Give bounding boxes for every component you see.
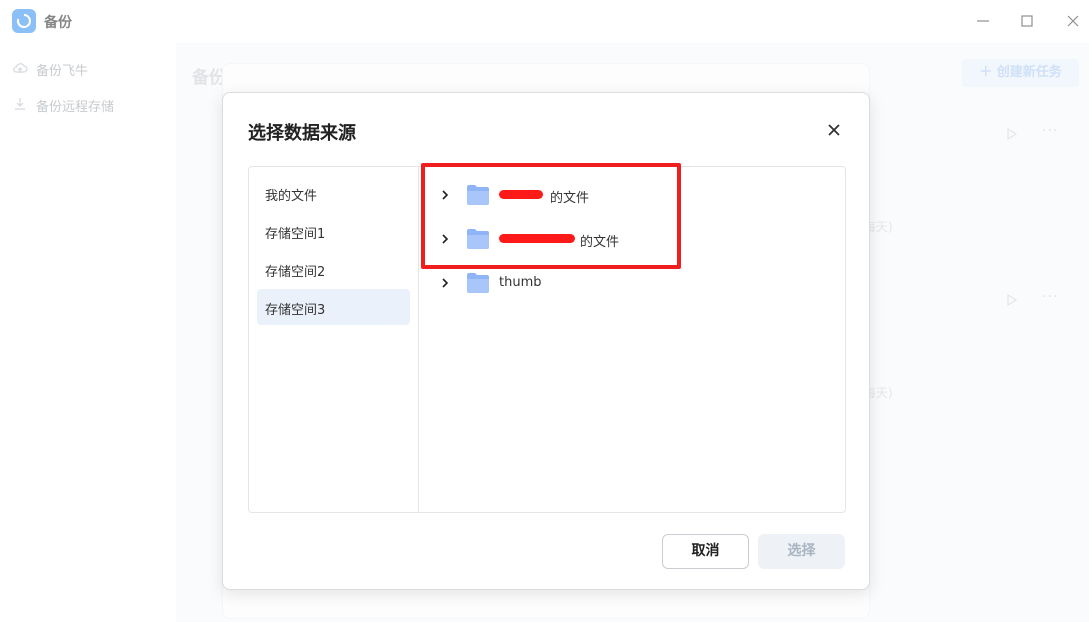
- location-list: 我的文件 存储空间1 存储空间2 存储空间3: [249, 167, 419, 512]
- location-label: 存储空间3: [265, 303, 326, 318]
- close-icon: [828, 124, 840, 136]
- location-my-files[interactable]: 我的文件: [257, 175, 410, 211]
- dialog-title: 选择数据来源: [248, 123, 356, 144]
- folder-icon: [467, 273, 489, 293]
- location-label: 存储空间2: [265, 265, 326, 280]
- folder-row[interactable]: thumb: [419, 265, 845, 301]
- cancel-button[interactable]: 取消: [662, 534, 749, 569]
- folder-name: thumb: [499, 275, 542, 290]
- select-button[interactable]: 选择: [758, 534, 845, 569]
- chevron-right-icon[interactable]: [441, 278, 449, 288]
- location-storage-3[interactable]: 存储空间3: [257, 289, 410, 325]
- location-label: 存储空间1: [265, 227, 326, 242]
- location-storage-1[interactable]: 存储空间1: [257, 213, 410, 249]
- annotation-highlight-box: [421, 163, 681, 269]
- dialog-close-button[interactable]: [823, 119, 845, 141]
- location-storage-2[interactable]: 存储空间2: [257, 251, 410, 287]
- location-label: 我的文件: [265, 189, 318, 204]
